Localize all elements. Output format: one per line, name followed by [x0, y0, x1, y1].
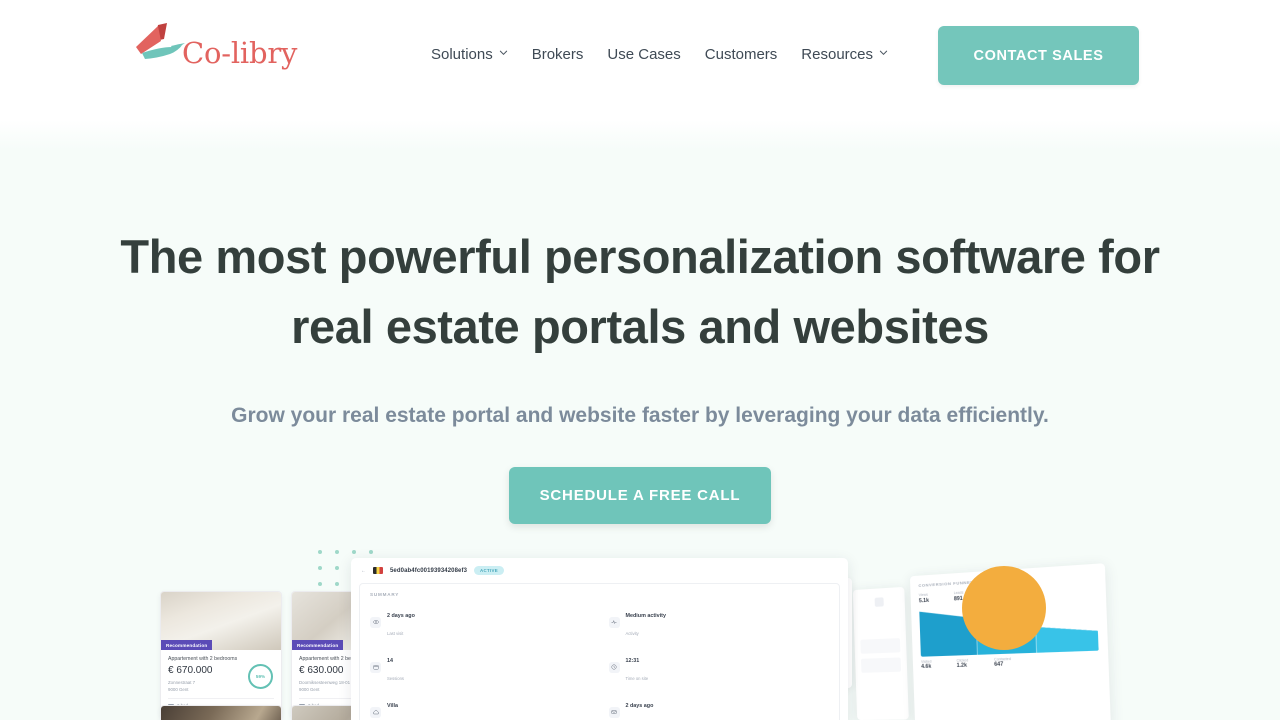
home-icon: [370, 706, 381, 718]
summary-label: SUMMARY: [370, 592, 400, 597]
stat-label: Time on site: [625, 676, 649, 681]
landing-page: Co-libry Solutions Brokers Use Cases Cus…: [0, 0, 1280, 720]
summary-stats: 2 days ago Last visit Medium activity Acti…: [370, 604, 829, 720]
logo[interactable]: Co-libry: [128, 10, 297, 82]
property-photo: Recommendation: [161, 592, 281, 650]
nav-item-brokers[interactable]: Brokers: [520, 46, 596, 63]
schedule-free-call-button[interactable]: SCHEDULE A FREE CALL: [509, 467, 771, 524]
chevron-down-icon: [499, 48, 508, 57]
logo-text: Co-libry: [182, 36, 298, 70]
main-navigation: Solutions Brokers Use Cases Customers Re…: [419, 46, 900, 63]
calendar-icon: [370, 661, 381, 673]
nav-item-resources[interactable]: Resources: [789, 46, 900, 63]
status-badge: ACTIVE: [474, 566, 504, 575]
hero-subtitle: Grow your real estate portal and website…: [231, 404, 1049, 427]
hummingbird-logo-icon: [128, 17, 188, 75]
stat-value: 2 days ago: [387, 613, 415, 619]
user-id: 5ed0ab4fc00193934208ef3: [390, 567, 468, 574]
stat-label: Sessions: [387, 676, 404, 681]
dot: [369, 550, 373, 554]
stat-item: 14 Sessions: [370, 649, 591, 685]
nav-item-customers[interactable]: Customers: [693, 46, 790, 63]
stat-item: Medium activity Activity: [608, 604, 830, 640]
contact-sales-button[interactable]: CONTACT SALES: [938, 26, 1139, 85]
nav-item-use-cases[interactable]: Use Cases: [595, 46, 692, 63]
stat-value: 14: [387, 658, 393, 664]
dot: [335, 550, 339, 554]
user-detail-panel: ← 5ed0ab4fc00193934208ef3 ACTIVE SUMMARY…: [351, 558, 848, 720]
activity-icon: [608, 616, 620, 628]
dot: [318, 550, 322, 554]
match-percentage-badge: 59%: [248, 664, 273, 689]
belgium-flag-icon: [373, 567, 383, 574]
nav-label: Use Cases: [607, 46, 681, 63]
stat-item: 2 days ago Last visit: [370, 604, 591, 640]
stat-item: 2 days agoLast mail: [608, 694, 830, 720]
arrow-left-icon[interactable]: ←: [361, 568, 366, 574]
stat-value: 2 days ago: [625, 703, 654, 709]
property-photo: [161, 706, 281, 720]
site-header: Co-libry Solutions Brokers Use Cases Cus…: [0, 0, 1280, 120]
dot: [335, 582, 339, 586]
dot: [335, 566, 339, 570]
nav-label: Customers: [704, 46, 778, 63]
stat-label: Activity: [625, 631, 639, 636]
eye-icon: [370, 616, 381, 628]
hero-background-fade: [0, 120, 1280, 150]
property-card[interactable]: Recommendation Appartement with 2 bedroo…: [160, 591, 282, 716]
user-summary-card: SUMMARY 2 days ago Last visit Medium acti…: [359, 583, 840, 720]
recommendation-badge: Recommendation: [161, 640, 213, 650]
stat-item: VillaSearch interest: [370, 694, 591, 720]
dashboard-illustration: Recommendation Appartement with 2 bedroo…: [0, 540, 1280, 720]
stat-value: Villa: [387, 703, 398, 709]
dot: [318, 582, 322, 586]
mail-icon: [608, 706, 620, 718]
page-title: The most powerful personalization softwa…: [120, 230, 1160, 353]
orange-circle-decoration: [962, 566, 1046, 650]
nav-label: Resources: [801, 46, 873, 63]
chevron-down-icon: [879, 48, 888, 57]
dot: [318, 566, 322, 570]
stat-item: 12:31 Time on site: [608, 649, 830, 685]
stat-value: 12:31: [625, 658, 640, 664]
nav-label: Solutions: [431, 46, 493, 63]
user-panel-header: ← 5ed0ab4fc00193934208ef3 ACTIVE: [351, 558, 848, 581]
recommendation-badge: Recommendation: [292, 640, 344, 650]
clock-icon: [608, 661, 620, 673]
nav-label: Brokers: [531, 46, 584, 63]
property-card[interactable]: [160, 705, 282, 720]
nav-item-solutions[interactable]: Solutions: [419, 46, 520, 63]
stat-value: Medium activity: [625, 613, 666, 619]
dot: [352, 550, 356, 554]
property-name: Appartement with 2 bedrooms: [168, 656, 238, 662]
stat-label: Last visit: [387, 631, 404, 636]
